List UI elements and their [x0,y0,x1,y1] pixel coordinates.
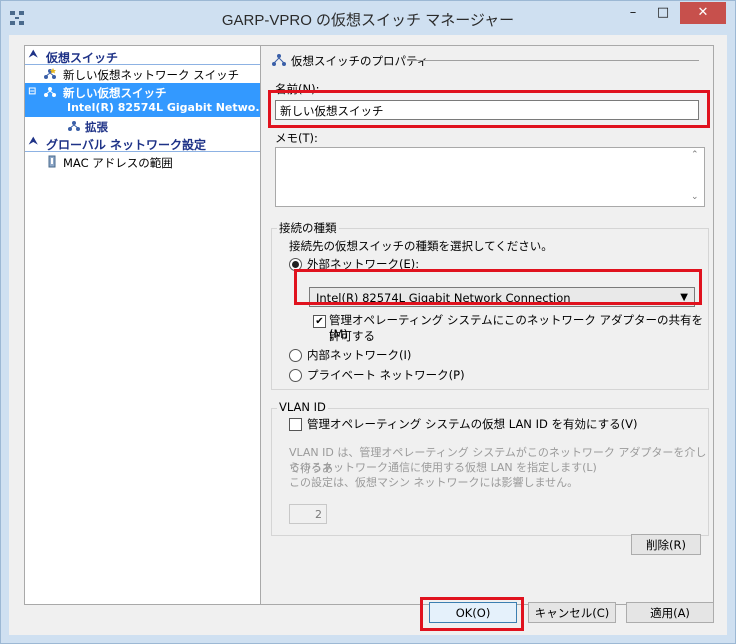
tree-item-mac-range[interactable]: MAC アドレスの範囲 [25,153,261,171]
switch-icon [44,87,56,97]
remove-button[interactable]: 削除(R) [631,534,701,555]
apply-button[interactable]: 適用(A) [626,602,714,623]
vlan-title: VLAN ID [277,400,328,414]
share-adapter-label-accel[interactable]: (M) [329,327,348,341]
external-network-radio[interactable] [289,258,302,271]
connection-type-title: 接続の種類 [277,220,339,236]
maximize-button[interactable]: □ [648,2,678,24]
share-adapter-label[interactable]: 管理オペレーティング システムにこのネットワーク アダプターの共有を許可する [329,312,713,344]
minimize-button[interactable]: – [618,2,648,24]
dialog-client-area: ⮝ 仮想スイッチ 新しい仮想ネットワーク スイッチ ⊟ 新しい仮想スイッチ In… [9,35,727,635]
vlan-id-input[interactable]: 2 [289,504,327,524]
vlan-enable-label[interactable]: 管理オペレーティング システムの仮想 LAN ID を有効にする(V) [307,416,637,432]
extensions-icon [68,121,80,131]
vlan-description-3: この設定は、仮想マシン ネットワークには影響しません。 [289,476,579,489]
new-switch-icon [44,68,56,79]
internal-network-radio[interactable] [289,349,302,362]
memo-scrollbar[interactable]: ⌃ ⌄ [688,148,704,204]
internal-network-label[interactable]: 内部ネットワーク(I) [307,347,411,363]
close-button[interactable]: ✕ [680,2,726,24]
tree-section-switches[interactable]: ⮝ 仮想スイッチ [25,48,261,65]
memo-textarea[interactable]: ⌃ ⌄ [275,147,705,207]
tree-item-selected-switch[interactable]: ⊟ 新しい仮想スイッチ Intel(R) 82574L Gigabit Netw… [25,83,261,117]
properties-header: 仮想スイッチのプロパティ [291,54,429,68]
expand-collapse-icon[interactable]: ⊟ [28,86,36,97]
name-label: 名前(N): [275,82,320,96]
tree-item-extensions[interactable]: 拡張 [25,117,261,135]
connection-description: 接続先の仮想スイッチの種類を選択してください。 [289,239,553,253]
chevron-down-icon[interactable]: ▼ [680,288,688,308]
vlan-description-2: らゆるネットワーク通信に使用する仮想 LAN を指定します(L) [289,461,597,474]
title-bar[interactable]: GARP-VPRO の仮想スイッチ マネージャー – □ ✕ [1,1,735,35]
collapse-icon[interactable]: ⮝ [29,136,38,147]
share-adapter-checkbox[interactable]: ✔ [313,315,326,328]
collapse-icon[interactable]: ⮝ [29,49,38,60]
switch-properties-icon [272,54,286,66]
mac-address-icon [48,155,56,168]
external-network-label[interactable]: 外部ネットワーク(E): [307,256,419,272]
vlan-enable-checkbox[interactable] [289,418,302,431]
memo-label: メモ(T): [275,131,318,145]
private-network-radio[interactable] [289,369,302,382]
properties-panel: 仮想スイッチのプロパティ 名前(N): 新しい仮想スイッチ メモ(T): ⌃ ⌄… [260,45,714,605]
tree-section-global[interactable]: ⮝ グローバル ネットワーク設定 [25,135,261,152]
network-adapter-select[interactable]: Intel(R) 82574L Gigabit Network Connecti… [309,287,695,307]
header-divider [409,60,699,61]
scroll-down-icon[interactable]: ⌄ [691,192,699,202]
switch-name-input[interactable]: 新しい仮想スイッチ [275,100,699,120]
scroll-up-icon[interactable]: ⌃ [691,150,699,160]
navigation-tree[interactable]: ⮝ 仮想スイッチ 新しい仮想ネットワーク スイッチ ⊟ 新しい仮想スイッチ In… [24,45,262,605]
private-network-label[interactable]: プライベート ネットワーク(P) [307,367,465,383]
tree-item-new-switch[interactable]: 新しい仮想ネットワーク スイッチ [25,65,261,83]
ok-button[interactable]: OK(O) [429,602,517,623]
cancel-button[interactable]: キャンセル(C) [528,602,616,623]
window: GARP-VPRO の仮想スイッチ マネージャー – □ ✕ ⮝ 仮想スイッチ … [0,0,736,644]
